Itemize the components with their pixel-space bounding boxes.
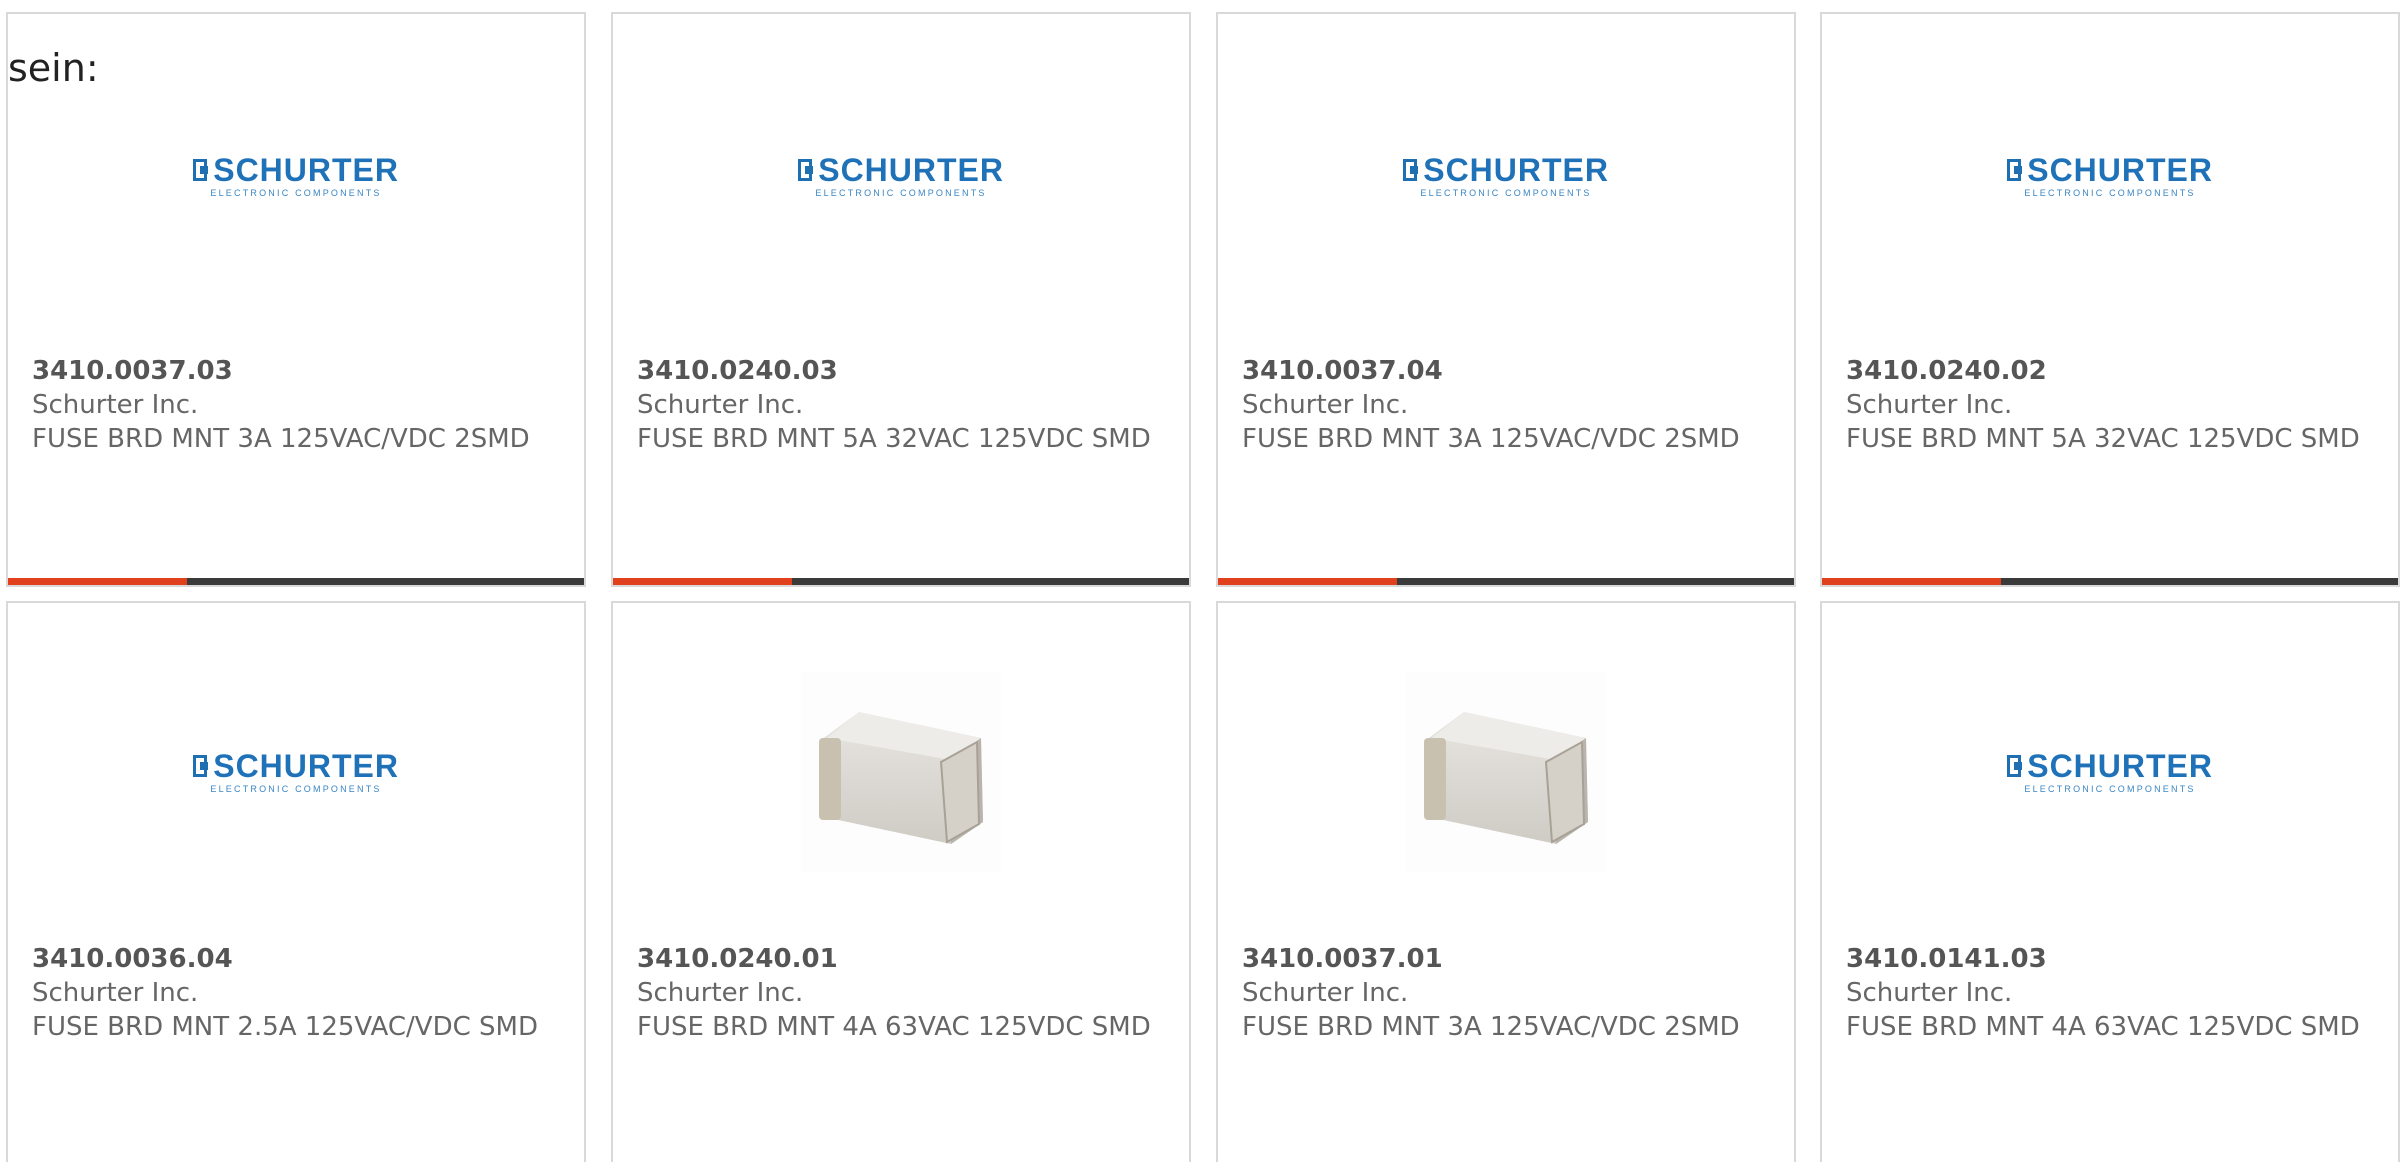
progress-fill: [8, 578, 187, 585]
logo-word: SCHURTER: [818, 151, 1004, 188]
progress-bar: [8, 578, 584, 585]
logo-subtitle: ELECTRONIC COMPONENTS: [2024, 187, 2196, 198]
part-number[interactable]: 3410.0240.01: [637, 942, 1165, 976]
product-info: 3410.0037.04 Schurter Inc. FUSE BRD MNT 3A…: [1242, 354, 1770, 456]
manufacturer: Schurter Inc.: [1242, 390, 1409, 420]
schurter-mark-icon: [193, 754, 209, 777]
product-info: 3410.0240.01 Schurter Inc. FUSE BRD MNT 4A…: [637, 942, 1165, 1044]
logo-word: SCHURTER: [2027, 747, 2213, 784]
description: FUSE BRD MNT 4A 63VAC 125VDC SMD: [1846, 1012, 2360, 1042]
product-info: 3410.0037.03 Schurter Inc. FUSE BRD MNT 3A…: [32, 354, 560, 456]
fuse-photo: [1406, 672, 1606, 872]
product-card[interactable]: 3410.0037.01 Schurter Inc. FUSE BRD MNT 3A…: [1216, 601, 1796, 1162]
manufacturer: Schurter Inc.: [1846, 390, 2013, 420]
part-number[interactable]: 3410.0141.03: [1846, 942, 2374, 976]
description: FUSE BRD MNT 5A 32VAC 125VDC SMD: [1846, 424, 2360, 454]
schurter-mark-icon: [2007, 158, 2023, 181]
product-image[interactable]: SCHURTER ELECTRONIC COMPONENTS: [8, 603, 584, 941]
schurter-logo: SCHURTER ELECTRONIC COMPONENTS: [2007, 151, 2213, 198]
product-image[interactable]: SCHURTER ELECTRONIC COMPONENTS: [613, 14, 1189, 338]
product-card[interactable]: SCHURTER ELECTRONIC COMPONENTS 3410.0240.0…: [1820, 12, 2400, 587]
product-grid-page: sein: SCHURTER ELECTRONIC COMPONENTS 3410.…: [0, 0, 2400, 1162]
product-info: 3410.0037.01 Schurter Inc. FUSE BRD MNT 3A…: [1242, 942, 1770, 1044]
logo-subtitle: ELECTRONIC COMPONENTS: [1420, 187, 1592, 198]
logo-word: SCHURTER: [213, 747, 399, 784]
product-card[interactable]: SCHURTER ELECTRONIC COMPONENTS 3410.0141.0…: [1820, 601, 2400, 1162]
schurter-logo: SCHURTER ELECTRONIC COMPONENTS: [1403, 151, 1609, 198]
description: FUSE BRD MNT 3A 125VAC/VDC 2SMD: [1242, 1012, 1740, 1042]
part-number[interactable]: 3410.0036.04: [32, 942, 560, 976]
description: FUSE BRD MNT 3A 125VAC/VDC 2SMD: [32, 424, 530, 454]
logo-word: SCHURTER: [2027, 151, 2213, 188]
part-number[interactable]: 3410.0037.04: [1242, 354, 1770, 388]
part-number[interactable]: 3410.0037.03: [32, 354, 560, 388]
logo-subtitle: ELECTRONIC COMPONENTS: [210, 187, 382, 198]
manufacturer: Schurter Inc.: [1242, 978, 1409, 1008]
progress-bar: [613, 578, 1189, 585]
manufacturer: Schurter Inc.: [637, 390, 804, 420]
product-info: 3410.0036.04 Schurter Inc. FUSE BRD MNT 2.…: [32, 942, 560, 1044]
progress-fill: [613, 578, 792, 585]
schurter-logo: SCHURTER ELECTRONIC COMPONENTS: [193, 151, 399, 198]
part-number[interactable]: 3410.0240.03: [637, 354, 1165, 388]
schurter-mark-icon: [798, 158, 814, 181]
schurter-mark-icon: [193, 158, 209, 181]
logo-subtitle: ELECTRONIC COMPONENTS: [815, 187, 987, 198]
progress-bar: [1218, 578, 1794, 585]
product-card[interactable]: SCHURTER ELECTRONIC COMPONENTS 3410.0036.0…: [6, 601, 586, 1162]
progress-bar: [1822, 578, 2398, 585]
product-card[interactable]: 3410.0240.01 Schurter Inc. FUSE BRD MNT 4A…: [611, 601, 1191, 1162]
product-image[interactable]: [613, 603, 1189, 941]
product-image[interactable]: SCHURTER ELECTRONIC COMPONENTS: [1218, 14, 1794, 338]
logo-word: SCHURTER: [1423, 151, 1609, 188]
schurter-logo: SCHURTER ELECTRONIC COMPONENTS: [193, 747, 399, 794]
logo-word: SCHURTER: [213, 151, 399, 188]
manufacturer: Schurter Inc.: [32, 390, 199, 420]
product-info: 3410.0240.02 Schurter Inc. FUSE BRD MNT 5A…: [1846, 354, 2374, 456]
description: FUSE BRD MNT 5A 32VAC 125VDC SMD: [637, 424, 1151, 454]
product-card[interactable]: SCHURTER ELECTRONIC COMPONENTS 3410.0240.0…: [611, 12, 1191, 587]
intro-text: sein:: [8, 46, 99, 90]
description: FUSE BRD MNT 3A 125VAC/VDC 2SMD: [1242, 424, 1740, 454]
product-image[interactable]: [1218, 603, 1794, 941]
product-image[interactable]: SCHURTER ELECTRONIC COMPONENTS: [1822, 14, 2398, 338]
manufacturer: Schurter Inc.: [32, 978, 199, 1008]
progress-fill: [1822, 578, 2001, 585]
description: FUSE BRD MNT 2.5A 125VAC/VDC SMD: [32, 1012, 538, 1042]
product-card[interactable]: SCHURTER ELECTRONIC COMPONENTS 3410.0037.0…: [1216, 12, 1796, 587]
product-info: 3410.0141.03 Schurter Inc. FUSE BRD MNT 4A…: [1846, 942, 2374, 1044]
logo-subtitle: ELECTRONIC COMPONENTS: [2024, 783, 2196, 794]
part-number[interactable]: 3410.0240.02: [1846, 354, 2374, 388]
logo-subtitle: ELECTRONIC COMPONENTS: [210, 783, 382, 794]
description: FUSE BRD MNT 4A 63VAC 125VDC SMD: [637, 1012, 1151, 1042]
manufacturer: Schurter Inc.: [637, 978, 804, 1008]
schurter-logo: SCHURTER ELECTRONIC COMPONENTS: [2007, 747, 2213, 794]
schurter-mark-icon: [2007, 754, 2023, 777]
fuse-photo: [801, 672, 1001, 872]
part-number[interactable]: 3410.0037.01: [1242, 942, 1770, 976]
product-image[interactable]: SCHURTER ELECTRONIC COMPONENTS: [1822, 603, 2398, 941]
product-info: 3410.0240.03 Schurter Inc. FUSE BRD MNT 5A…: [637, 354, 1165, 456]
schurter-mark-icon: [1403, 158, 1419, 181]
schurter-logo: SCHURTER ELECTRONIC COMPONENTS: [798, 151, 1004, 198]
progress-fill: [1218, 578, 1397, 585]
product-card[interactable]: SCHURTER ELECTRONIC COMPONENTS 3410.0037.0…: [6, 12, 586, 587]
manufacturer: Schurter Inc.: [1846, 978, 2013, 1008]
